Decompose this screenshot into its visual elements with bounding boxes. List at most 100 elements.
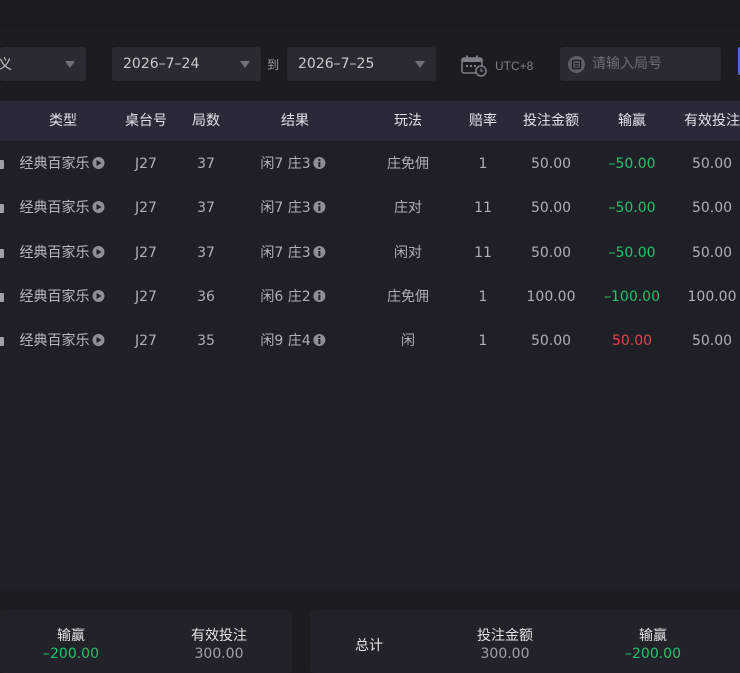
game-type-select[interactable]: 义 [0,47,86,81]
result: 闲9 庄4 [260,333,311,349]
col-valid-bet: 有效投注 [684,113,740,129]
round-no: 37 [197,200,215,216]
col-play: 玩法 [394,113,422,129]
result: 闲7 庄3 [260,156,311,172]
col-type: 类型 [49,113,77,129]
play-type: 庄对 [394,200,422,216]
round-no: 37 [197,156,215,172]
play-video-icon[interactable] [92,201,105,213]
info-icon[interactable] [313,290,326,302]
start-date-select[interactable]: 2026–7–24 [112,47,261,81]
info-icon[interactable] [313,157,326,169]
row-detail-icon[interactable] [0,337,4,346]
play-type: 闲 [401,333,415,349]
total-bet-value: 300.00 [480,646,530,662]
winloss: –50.00 [608,156,656,172]
play-video-icon[interactable] [92,290,105,302]
table-row[interactable]: 经典百家乐 J27 35 闲9 庄4 闲 1 50.00 50.00 50.00 [0,319,740,363]
winloss: –50.00 [608,245,656,261]
caret-down-icon [240,61,250,68]
page-summary: 输赢 –200.00 有效投注 300.00 [0,610,292,673]
col-table-no: 桌台号 [125,113,167,129]
table-row[interactable]: 经典百家乐 J27 37 闲7 庄3 庄免佣 1 50.00 –50.00 50… [0,142,740,186]
game-type-value: 义 [0,57,12,73]
bet-amount: 50.00 [530,245,572,261]
col-winloss: 输赢 [618,113,646,129]
play-video-icon[interactable] [92,157,105,169]
bet-amount: 100.00 [526,289,576,305]
date-range-to-label: 到 [267,58,280,72]
table-header: 类型 桌台号 局数 结果 玩法 赔率 投注金额 输赢 有效投注 [0,101,740,141]
row-detail-icon[interactable] [0,293,4,302]
info-icon[interactable] [313,334,326,346]
play-type: 闲对 [394,245,422,261]
bet-amount: 50.00 [530,200,572,216]
summary-valid-bet-value: 300.00 [194,646,244,662]
odds: 1 [478,333,488,349]
valid-bet: 50.00 [691,333,733,349]
table-no: J27 [135,289,157,305]
play-video-icon[interactable] [92,246,105,258]
valid-bet: 50.00 [691,200,733,216]
winloss: 50.00 [611,333,653,349]
summary-winloss-label: 输赢 [57,628,85,644]
odds: 1 [478,289,488,305]
info-icon[interactable] [313,201,326,213]
table-row[interactable]: 经典百家乐 J27 37 闲7 庄3 庄对 11 50.00 –50.00 50… [0,186,740,230]
valid-bet: 50.00 [691,245,733,261]
winloss: –100.00 [604,289,660,305]
play-type: 庄免佣 [387,289,429,305]
summary-winloss-value: –200.00 [43,646,99,662]
round-no: 36 [197,289,215,305]
total-winloss-label: 输赢 [639,628,667,644]
table-row[interactable]: 经典百家乐 J27 36 闲6 庄2 庄免佣 1 100.00 –100.00 … [0,275,740,319]
game-name: 经典百家乐 [19,200,90,216]
total-bet-label: 投注金额 [477,628,533,644]
col-result: 结果 [281,113,309,129]
start-date-value: 2026–7–24 [123,56,200,72]
game-name: 经典百家乐 [19,245,90,261]
row-detail-icon[interactable] [0,204,4,213]
col-round: 局数 [192,113,220,129]
info-icon[interactable] [313,246,326,258]
round-search-box[interactable] [560,47,721,81]
table-body: 经典百家乐 J27 37 闲7 庄3 庄免佣 1 50.00 –50.00 50… [0,141,740,591]
result: 闲7 庄3 [260,245,311,261]
round-number-icon [568,55,585,73]
odds: 11 [474,245,492,261]
summary-valid-bet-label: 有效投注 [191,628,247,644]
game-name: 经典百家乐 [19,333,90,349]
round-no: 37 [197,245,215,261]
total-label: 总计 [355,638,383,654]
caret-down-icon [415,61,425,68]
odds: 11 [474,200,492,216]
total-summary: 总计 投注金额 300.00 输赢 –200.00 [310,610,740,673]
calendar-clock-icon[interactable] [461,55,487,77]
table-no: J27 [135,245,157,261]
row-detail-icon[interactable] [0,249,4,258]
end-date-select[interactable]: 2026–7–25 [287,47,436,81]
table-no: J27 [135,333,157,349]
winloss: –50.00 [608,200,656,216]
game-name: 经典百家乐 [19,156,90,172]
odds: 1 [478,156,488,172]
caret-down-icon [65,61,75,68]
table-no: J27 [135,200,157,216]
table-no: J27 [135,156,157,172]
play-type: 庄免佣 [387,156,429,172]
bet-amount: 50.00 [530,156,572,172]
round-no: 35 [197,333,215,349]
table-row[interactable]: 经典百家乐 J27 37 闲7 庄3 闲对 11 50.00 –50.00 50… [0,231,740,275]
end-date-value: 2026–7–25 [298,56,375,72]
row-detail-icon[interactable] [0,160,4,169]
round-search-input[interactable] [592,56,712,72]
timezone-label: UTC+8 [495,59,534,73]
bet-amount: 50.00 [530,333,572,349]
total-winloss-value: –200.00 [625,646,681,662]
result: 闲7 庄3 [260,200,311,216]
play-video-icon[interactable] [92,334,105,346]
top-band [0,0,740,30]
game-name: 经典百家乐 [19,289,90,305]
result: 闲6 庄2 [260,289,311,305]
valid-bet: 100.00 [687,289,737,305]
